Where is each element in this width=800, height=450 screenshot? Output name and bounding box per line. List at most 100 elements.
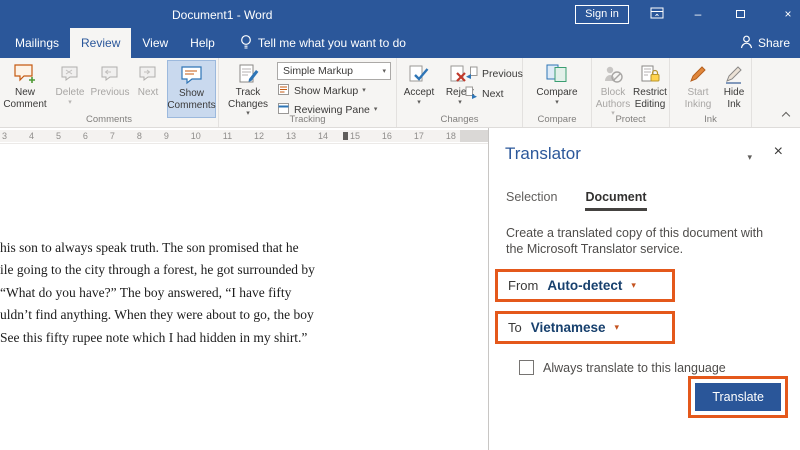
tab-selection[interactable]: Selection bbox=[506, 190, 557, 211]
ruler-number: 6 bbox=[82, 131, 88, 141]
pane-options-chevron-icon[interactable]: ▾ bbox=[747, 152, 752, 163]
dropdown-caret-icon: ▾ bbox=[458, 98, 462, 106]
ruler-number: 14 bbox=[317, 131, 328, 141]
show-comments-button[interactable]: Show Comments bbox=[167, 60, 216, 118]
tab-view[interactable]: View bbox=[131, 28, 179, 58]
minimize-icon[interactable]: – bbox=[688, 7, 708, 22]
sign-in-button[interactable]: Sign in bbox=[575, 5, 629, 24]
show-comments-icon bbox=[180, 61, 204, 88]
to-value: Vietnamese bbox=[530, 320, 606, 335]
title-bar: Document1 - Word Sign in – × bbox=[0, 0, 800, 28]
close-window-icon[interactable]: × bbox=[778, 7, 798, 22]
from-label: From bbox=[508, 278, 539, 293]
markup-view-dropdown[interactable]: Simple Markup ▾ bbox=[277, 62, 391, 80]
restore-glyph bbox=[735, 10, 745, 18]
always-translate-label: Always translate to this language bbox=[543, 360, 726, 375]
ruler-number: 7 bbox=[109, 131, 115, 141]
share-button[interactable]: Share bbox=[740, 28, 790, 58]
hide-ink-button[interactable]: Hide Ink bbox=[718, 60, 750, 110]
always-translate-row: Always translate to this language bbox=[519, 360, 800, 375]
group-label-compare: Compare bbox=[537, 114, 577, 125]
tab-mailings[interactable]: Mailings bbox=[4, 28, 70, 58]
new-comment-label-2: Comment bbox=[3, 98, 47, 110]
compare-label: Compare bbox=[536, 87, 578, 98]
dropdown-caret-icon: ▾ bbox=[68, 98, 72, 106]
restrict-editing-label-1: Restrict bbox=[633, 87, 667, 98]
previous-change-label: Previous bbox=[482, 68, 523, 80]
from-language-dropdown[interactable]: From Auto-detect ▾ bbox=[498, 272, 672, 299]
ruler-indent-marker[interactable] bbox=[343, 132, 348, 140]
ruler-number: 18 bbox=[445, 131, 456, 141]
ruler-numbers: 3 4 5 6 7 8 9 10 11 12 13 14 15 16 17 18 bbox=[2, 130, 456, 142]
ruler-number: 10 bbox=[190, 131, 201, 141]
ribbon-group-tracking: Track Changes ▾ Simple Markup ▾ Show Mar… bbox=[219, 58, 397, 127]
ribbon-group-protect: Block Authors ▾ Restrict Editing Protect bbox=[592, 58, 670, 127]
document-line: See this fifty rupee note which I had hi… bbox=[0, 330, 308, 345]
hide-ink-icon bbox=[724, 60, 744, 87]
next-comment-button[interactable]: Next bbox=[132, 60, 164, 99]
to-language-dropdown[interactable]: To Vietnamese ▾ bbox=[498, 314, 672, 341]
translator-pane: Translator ▾ × Selection Document Create… bbox=[488, 128, 800, 450]
dropdown-caret-icon: ▾ bbox=[555, 98, 559, 106]
translator-description: Create a translated copy of this documen… bbox=[506, 226, 764, 256]
show-markup-label: Show Markup bbox=[294, 85, 359, 97]
ribbon-group-changes: Accept ▾ Reject ▾ Previous Next Changes bbox=[397, 58, 523, 127]
restore-icon[interactable] bbox=[730, 7, 750, 22]
document-canvas[interactable]: his son to always speak truth. The son p… bbox=[0, 144, 488, 450]
tell-me-box[interactable]: Tell me what you want to do bbox=[240, 28, 406, 58]
track-changes-label-1: Track bbox=[235, 87, 261, 98]
accept-button[interactable]: Accept ▾ bbox=[399, 60, 439, 107]
to-language-highlight: To Vietnamese ▾ bbox=[495, 311, 675, 344]
show-comments-label-2: Comments bbox=[167, 99, 216, 111]
markup-view-value: Simple Markup bbox=[283, 65, 354, 77]
tell-me-label: Tell me what you want to do bbox=[257, 36, 406, 50]
previous-comment-icon bbox=[100, 60, 120, 87]
previous-comment-button[interactable]: Previous bbox=[88, 60, 132, 99]
ruler-number: 11 bbox=[222, 131, 233, 141]
translate-button[interactable]: Translate bbox=[695, 383, 781, 411]
always-translate-checkbox[interactable] bbox=[519, 360, 534, 375]
block-authors-label-1: Block bbox=[600, 87, 626, 98]
restrict-editing-button[interactable]: Restrict Editing bbox=[632, 60, 668, 110]
window-title: Document1 - Word bbox=[172, 8, 273, 22]
start-inking-button[interactable]: Start Inking bbox=[678, 60, 718, 110]
collapse-ribbon-icon[interactable] bbox=[782, 110, 791, 119]
document-line: uldn’t find anything. When they were abo… bbox=[0, 307, 314, 322]
show-markup-button[interactable]: Show Markup ▾ bbox=[277, 83, 366, 99]
delete-comment-button[interactable]: Delete ▾ bbox=[50, 60, 90, 107]
delete-comment-label: Delete bbox=[55, 87, 85, 98]
share-label: Share bbox=[757, 36, 790, 50]
pane-close-icon[interactable]: × bbox=[774, 144, 783, 160]
ruler-number: 3 bbox=[2, 131, 8, 141]
tab-review[interactable]: Review bbox=[70, 28, 132, 58]
block-authors-button[interactable]: Block Authors ▾ bbox=[594, 60, 632, 118]
next-comment-icon bbox=[138, 60, 158, 87]
previous-change-button[interactable]: Previous bbox=[465, 66, 523, 82]
previous-change-icon bbox=[465, 66, 478, 82]
compare-button[interactable]: Compare ▾ bbox=[527, 60, 587, 107]
document-line: ile going to the city through a forest, … bbox=[0, 262, 315, 277]
lightbulb-icon bbox=[240, 34, 252, 53]
person-icon bbox=[740, 35, 753, 52]
ruler-number: 16 bbox=[381, 131, 392, 141]
new-comment-button[interactable]: New Comment bbox=[2, 60, 48, 110]
from-value: Auto-detect bbox=[547, 278, 623, 293]
ribbon-display-options-icon[interactable] bbox=[647, 7, 667, 22]
ruler-number: 8 bbox=[136, 131, 142, 141]
document-line: his son to always speak truth. The son p… bbox=[0, 240, 299, 255]
previous-comment-label: Previous bbox=[90, 87, 130, 98]
translator-pane-title: Translator bbox=[505, 144, 581, 163]
block-authors-label-2: Authors bbox=[595, 98, 631, 110]
track-changes-button[interactable]: Track Changes ▾ bbox=[225, 60, 271, 118]
ruler-number: 15 bbox=[349, 131, 360, 141]
group-label-tracking: Tracking bbox=[289, 114, 326, 125]
show-comments-label-1: Show bbox=[178, 88, 204, 99]
tab-document[interactable]: Document bbox=[585, 190, 647, 211]
compare-icon bbox=[545, 60, 569, 87]
ruler-number: 4 bbox=[28, 131, 34, 141]
block-authors-icon bbox=[602, 60, 624, 87]
tab-help[interactable]: Help bbox=[179, 28, 226, 58]
document-line: “What do you have?” The boy answered, “I… bbox=[0, 285, 292, 300]
next-change-button[interactable]: Next bbox=[465, 86, 504, 102]
group-label-comments: Comments bbox=[86, 114, 132, 125]
